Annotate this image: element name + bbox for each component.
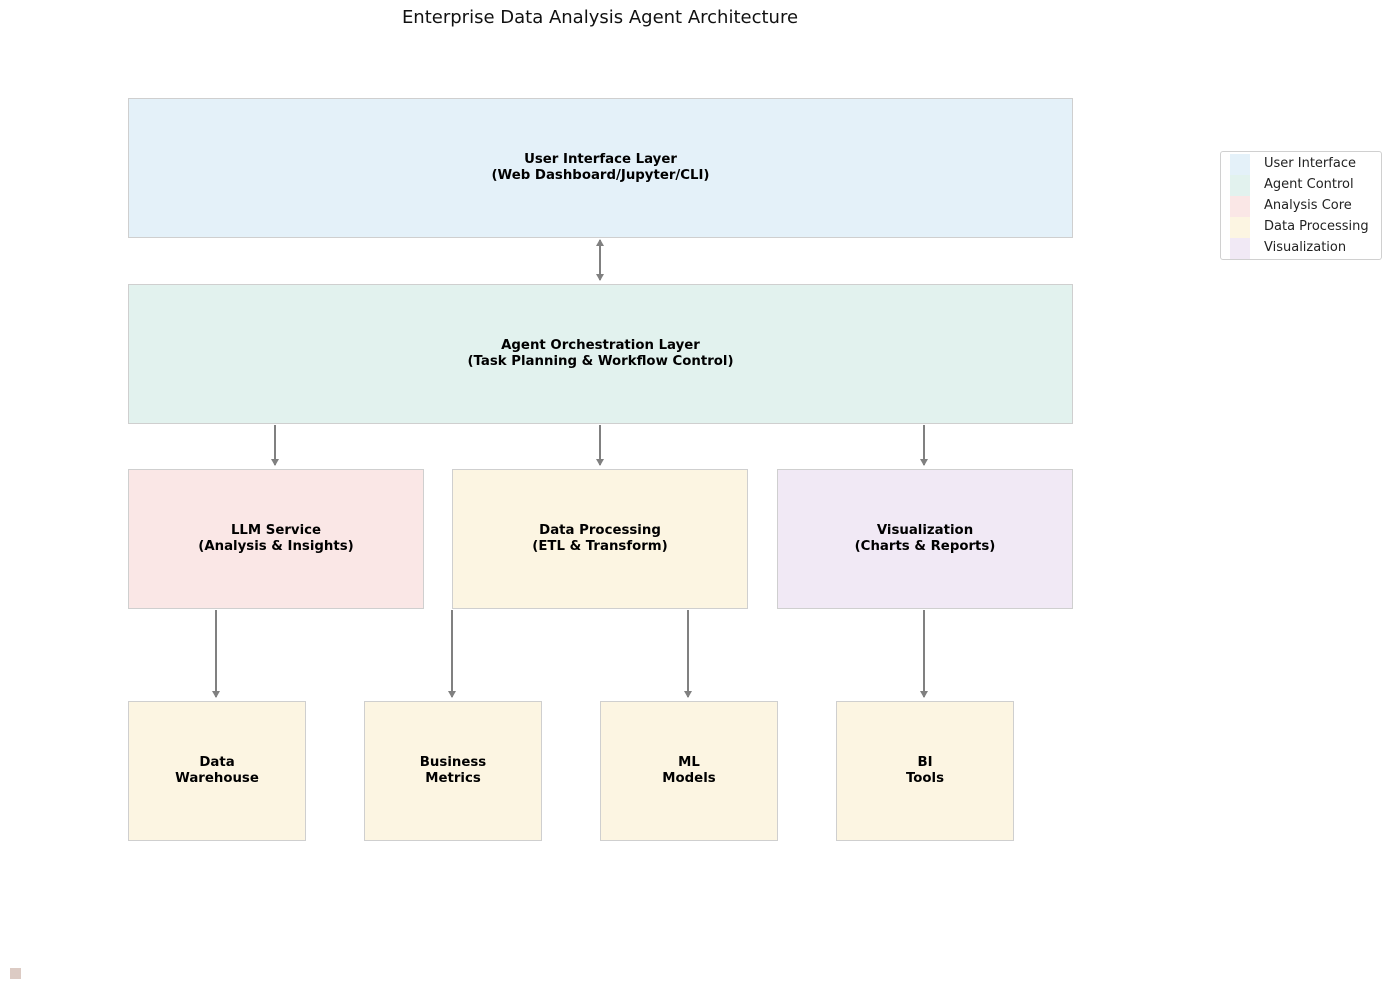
node-bi-tools: BI Tools [836,701,1014,841]
legend-swatch [1230,217,1250,238]
node-label: Agent Orchestration Layer (Task Planning… [467,338,734,369]
node-label: Business Metrics [419,755,487,786]
node-data-warehouse: Data Warehouse [128,701,306,841]
node-business-metrics: Business Metrics [364,701,542,841]
node-label: Data Processing (ETL & Transform) [532,523,668,554]
corner-marker [10,968,21,979]
node-label: ML Models [662,755,716,786]
node-ui-layer: User Interface Layer (Web Dashboard/Jupy… [128,98,1073,238]
legend-label: Agent Control [1264,177,1354,192]
node-label: Visualization (Charts & Reports) [854,523,996,554]
legend-item-analysis-core: Analysis Core [1230,196,1380,217]
node-data-processing: Data Processing (ETL & Transform) [452,469,748,609]
legend-item-data-processing: Data Processing [1230,217,1380,238]
node-orchestration-layer: Agent Orchestration Layer (Task Planning… [128,284,1073,424]
node-label: LLM Service (Analysis & Insights) [198,523,354,554]
node-llm-service: LLM Service (Analysis & Insights) [128,469,424,609]
node-visualization: Visualization (Charts & Reports) [777,469,1073,609]
node-label: BI Tools [905,755,945,786]
node-label: User Interface Layer (Web Dashboard/Jupy… [491,152,710,183]
legend-label: Data Processing [1264,219,1369,234]
legend-item-visualization: Visualization [1230,238,1380,259]
legend: User Interface Agent Control Analysis Co… [1220,151,1382,260]
legend-label: User Interface [1264,156,1356,171]
node-ml-models: ML Models [600,701,778,841]
node-label: Data Warehouse [175,755,259,786]
legend-swatch [1230,175,1250,196]
legend-swatch [1230,154,1250,175]
legend-swatch [1230,196,1250,217]
legend-swatch [1230,238,1250,259]
legend-label: Visualization [1264,240,1347,255]
legend-label: Analysis Core [1264,198,1352,213]
legend-item-user-interface: User Interface [1230,154,1380,175]
legend-item-agent-control: Agent Control [1230,175,1380,196]
